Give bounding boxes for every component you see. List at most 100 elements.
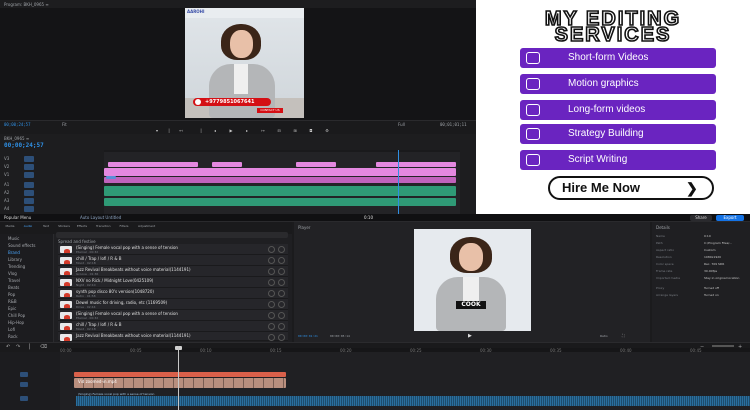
download-icon[interactable] [268, 279, 275, 286]
settings-icon[interactable]: ⚙ [324, 128, 330, 133]
download-icon[interactable] [268, 312, 275, 319]
sequence-tab[interactable]: BKH_0965 ≡ [4, 136, 29, 141]
tab-effects[interactable]: Effects [76, 224, 88, 232]
add-icon[interactable] [278, 312, 285, 319]
forward-icon[interactable]: ▸ [244, 128, 250, 133]
song-row[interactable]: chill / Trap / lofi / R & B Mood · 02:18 [58, 255, 288, 266]
track-target-toggle[interactable] [24, 172, 34, 178]
step-back-icon[interactable]: | [198, 128, 204, 133]
song-row[interactable]: Jazz Revival Breakbeats without voice ma… [58, 266, 288, 277]
song-row[interactable]: chill / Trap / lofi / R & B Mood · 02:18 [58, 321, 288, 332]
undo-icon[interactable]: ↶ [6, 344, 10, 350]
category-item[interactable]: Sound effects [8, 243, 35, 248]
category-item[interactable]: Rock [8, 334, 18, 339]
track-header[interactable]: A3 [0, 198, 100, 205]
track-header[interactable]: V1 [0, 172, 100, 179]
goto-in-icon[interactable]: ↤ [178, 128, 184, 133]
tab-transitions[interactable]: Transition [96, 224, 111, 232]
player-tab[interactable]: Player [298, 225, 310, 230]
track-header[interactable]: V3 [0, 156, 100, 163]
category-item[interactable]: Hip-Hop [8, 320, 24, 325]
category-item[interactable]: R&B [8, 299, 17, 304]
resolution-dropdown[interactable]: Full [398, 122, 405, 127]
category-item[interactable]: Travel [8, 278, 20, 283]
details-tab[interactable]: Details [656, 225, 670, 230]
track-mute-toggle[interactable] [20, 396, 28, 401]
tab-text[interactable]: Text [40, 224, 52, 232]
mark-out-icon[interactable]: | [166, 128, 172, 133]
add-icon[interactable] [278, 246, 285, 253]
song-row[interactable]: NXV no Rick / Midnight Love(0425109) Nigh… [58, 277, 288, 288]
track-target-toggle[interactable] [24, 164, 34, 170]
track-header[interactable]: A2 [0, 190, 100, 197]
category-item[interactable]: Vlog [8, 271, 17, 276]
hire-me-button[interactable]: Hire Me Now ❯ [548, 176, 714, 200]
timeline-playhead[interactable] [398, 150, 399, 214]
split-icon[interactable]: ⎮ [28, 344, 31, 350]
caption-text[interactable]: COOK [456, 301, 486, 309]
video-clip[interactable] [376, 162, 456, 167]
fit-dropdown[interactable]: Fit [62, 122, 67, 127]
text-clip[interactable] [74, 372, 286, 377]
add-icon[interactable] [278, 290, 285, 297]
add-icon[interactable] [278, 301, 285, 308]
category-item[interactable]: Chill Pop [8, 313, 25, 318]
goto-out-icon[interactable]: ↦ [260, 128, 266, 133]
track-header[interactable]: A4 [0, 206, 100, 213]
track-header[interactable]: V2 [0, 164, 100, 171]
download-icon[interactable] [268, 257, 275, 264]
add-icon[interactable] [278, 268, 285, 275]
video-clip[interactable] [104, 168, 456, 176]
track-header[interactable]: A1 [0, 182, 100, 189]
export-button[interactable]: Export [716, 215, 744, 221]
track-target-toggle[interactable] [24, 206, 34, 212]
tab-media[interactable]: Media [4, 224, 16, 232]
download-icon[interactable] [268, 334, 275, 341]
share-button[interactable]: Share [690, 215, 712, 221]
app-menu-button[interactable]: Popular Menu [4, 215, 31, 220]
sequence-timecode[interactable]: 00;00;24;57 [4, 142, 44, 149]
category-item[interactable]: Brand [8, 250, 20, 255]
redo-icon[interactable]: ↷ [16, 344, 20, 350]
play-icon[interactable]: ▶ [228, 128, 234, 133]
audio-clip[interactable] [104, 198, 456, 206]
add-icon[interactable] [278, 323, 285, 330]
song-row[interactable]: Dewel music for driving, radio, etc (116… [58, 299, 288, 310]
track-lock-toggle[interactable] [20, 372, 28, 377]
tab-adjustment[interactable]: Adjustment [138, 224, 155, 232]
category-item[interactable]: Epic [8, 306, 16, 311]
ratio-dropdown[interactable]: Ratio [600, 334, 608, 338]
video-clip[interactable] [212, 162, 242, 167]
category-item[interactable]: Pop [8, 292, 15, 297]
insert-icon[interactable]: ⊟ [276, 128, 282, 133]
audio-clip[interactable] [104, 186, 456, 196]
adjustment-clip[interactable] [106, 176, 116, 179]
download-icon[interactable] [268, 290, 275, 297]
project-name[interactable]: Auto Layout Untitled [80, 215, 121, 220]
category-item[interactable]: Beats [8, 285, 19, 290]
track-target-toggle[interactable] [24, 190, 34, 196]
download-icon[interactable] [268, 268, 275, 275]
track-target-toggle[interactable] [24, 198, 34, 204]
video-clip[interactable] [296, 162, 336, 167]
track-target-toggle[interactable] [24, 182, 34, 188]
category-item[interactable]: Library [8, 257, 22, 262]
song-row[interactable]: (Singing) Female vocal pop with a sense … [58, 310, 288, 321]
program-tab[interactable]: Program: BKH_0965 ≡ [4, 2, 49, 7]
download-icon[interactable] [268, 323, 275, 330]
mark-in-icon[interactable]: ▾ [154, 128, 160, 133]
music-search-input[interactable] [56, 232, 288, 238]
overwrite-icon[interactable]: ⊞ [292, 128, 298, 133]
track-lanes[interactable] [104, 152, 460, 214]
song-row[interactable]: synth pop disco 80's version(1048720) Ret… [58, 288, 288, 299]
download-icon[interactable] [268, 246, 275, 253]
category-item[interactable]: Music [8, 236, 19, 241]
tab-audio[interactable]: Audio [22, 224, 34, 232]
camera-icon[interactable]: ◘ [308, 128, 314, 133]
play-icon[interactable]: ▶ [468, 333, 472, 339]
add-icon[interactable] [278, 279, 285, 286]
add-icon[interactable] [278, 257, 285, 264]
video-clip[interactable] [104, 177, 456, 183]
add-icon[interactable] [278, 334, 285, 341]
bottom-playhead[interactable] [178, 346, 179, 410]
